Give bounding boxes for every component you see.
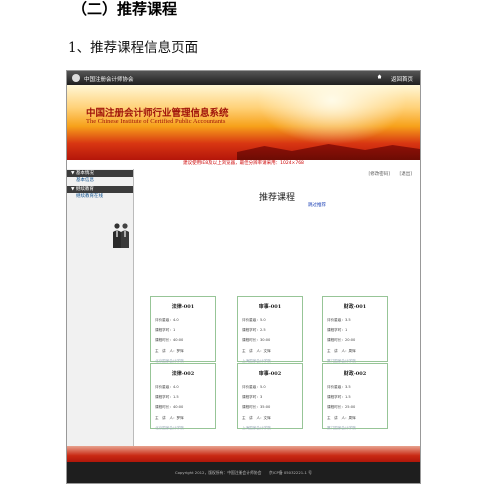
- course-lecturer: 主 讲 人：罗辉: [155, 348, 184, 353]
- home-icon: [377, 74, 382, 79]
- org-name: 中国注册会计师协会: [84, 76, 134, 83]
- course-rating: 评价星级：3.5: [327, 318, 351, 322]
- course-rating: 评价星级：4.0: [155, 318, 179, 322]
- course-title[interactable]: 审事-001: [238, 303, 302, 310]
- change-password-link[interactable]: [修改密码]: [369, 172, 391, 177]
- system-title-en: The Chinese Institute of Certified Publi…: [86, 118, 226, 125]
- course-lecturer: 主 讲 人：周辉: [327, 415, 356, 420]
- top-bar: 中国注册会计师协会 返回首页: [67, 71, 420, 85]
- course-duration: 课程时长：35:00: [242, 405, 271, 410]
- page-title: 推荐课程: [258, 193, 295, 203]
- course-credit: 课程学时：2.5: [242, 328, 266, 333]
- main-content: [修改密码] [退出] 推荐课程 跳过推荐 法律-001 评价星级：4.0 课程…: [134, 169, 420, 446]
- footer: Copyright 2012，版权所有：中国注册会计师协会 京ICP备 0503…: [67, 462, 420, 483]
- browser-notice: 建议使用IE8及以上浏览器，最佳分辨率请采用：1024×768: [67, 160, 420, 168]
- course-duration: 课程时长：25:00: [327, 405, 356, 410]
- logout-link[interactable]: [退出]: [399, 172, 412, 177]
- course-card[interactable]: 财政-002 评价星级：3.5 课程学时：1.5 课程时长：25:00 主 讲 …: [322, 363, 388, 430]
- user-links: [修改密码] [退出]: [361, 171, 412, 177]
- sidebar-item-basic-info[interactable]: 基本信息: [67, 177, 133, 185]
- document-subheading: 1、推荐课程信息页面: [68, 40, 199, 56]
- system-screenshot: 中国注册会计师协会 返回首页 中国注册会计师行业管理信息系统 The Chine…: [66, 70, 421, 484]
- sidebar-section-basic[interactable]: ▼ 基本情况: [67, 170, 133, 177]
- header-banner: 中国注册会计师行业管理信息系统 The Chinese Institute of…: [67, 85, 420, 160]
- course-rating: 评价星级：5.0: [242, 385, 266, 389]
- course-card[interactable]: 财政-001 评价星级：3.5 课程学时：1 课程时长：20:00 主 讲 人：…: [322, 296, 388, 363]
- course-duration: 课程时长：40:00: [155, 405, 184, 410]
- sidebar: ▼ 基本情况 基本信息 ▼ 继续教育 继续教育在线: [67, 169, 134, 446]
- document-heading: （二）推荐课程: [72, 0, 178, 18]
- course-duration: 课程时长：20:00: [327, 338, 356, 343]
- sidebar-item-education-online[interactable]: 继续教育在线: [67, 193, 133, 201]
- bottom-decoration: [67, 446, 420, 462]
- course-org: 北京国家会计学院: [155, 425, 184, 430]
- course-card[interactable]: 法律-002 评价星级：4.0 课程学时：1.5 课程时长：40:00 主 讲 …: [150, 363, 216, 430]
- course-rating: 评价星级：3.5: [327, 385, 351, 389]
- course-card[interactable]: 审事-002 评价星级：5.0 课程学时：3 课程时长：35:00 主 讲 人：…: [237, 363, 303, 430]
- course-card[interactable]: 审事-001 评价星级：5.0 课程学时：2.5 课程时长：30:00 主 讲 …: [237, 296, 303, 363]
- people-illustration: [113, 223, 129, 248]
- course-lecturer: 主 讲 人：文辉: [242, 415, 271, 420]
- course-credit: 课程学时：1: [327, 328, 348, 333]
- course-title[interactable]: 财政-001: [323, 303, 387, 310]
- course-org: 上海国家会计学院: [242, 425, 271, 430]
- course-credit: 课程学时：1: [155, 328, 176, 333]
- sidebar-section-education[interactable]: ▼ 继续教育: [67, 186, 133, 193]
- course-credit: 课程学时：3: [242, 395, 263, 400]
- course-lecturer: 主 讲 人：文辉: [242, 348, 271, 353]
- course-rating: 评价星级：4.0: [155, 385, 179, 389]
- course-title[interactable]: 财政-002: [323, 370, 387, 377]
- course-lecturer: 主 讲 人：周辉: [327, 348, 356, 353]
- course-credit: 课程学时：1.5: [155, 395, 179, 400]
- back-home-link[interactable]: 返回首页: [391, 75, 413, 83]
- course-title[interactable]: 法律-001: [151, 303, 215, 310]
- course-duration: 课程时长：30:00: [242, 338, 271, 343]
- course-lecturer: 主 讲 人：罗辉: [155, 415, 184, 420]
- course-duration: 课程时长：40:00: [155, 338, 184, 343]
- course-credit: 课程学时：1.5: [327, 395, 351, 400]
- course-rating: 评价星级：5.0: [242, 318, 266, 322]
- course-org: 厦门国家会计学院: [327, 425, 356, 430]
- system-title-cn: 中国注册会计师行业管理信息系统: [86, 108, 229, 119]
- course-title[interactable]: 审事-002: [238, 370, 302, 377]
- skip-recommendation-link[interactable]: 跳过推荐: [308, 202, 326, 208]
- cicpa-logo-icon: [72, 74, 80, 82]
- course-title[interactable]: 法律-002: [151, 370, 215, 377]
- course-card[interactable]: 法律-001 评价星级：4.0 课程学时：1 课程时长：40:00 主 讲 人：…: [150, 296, 216, 363]
